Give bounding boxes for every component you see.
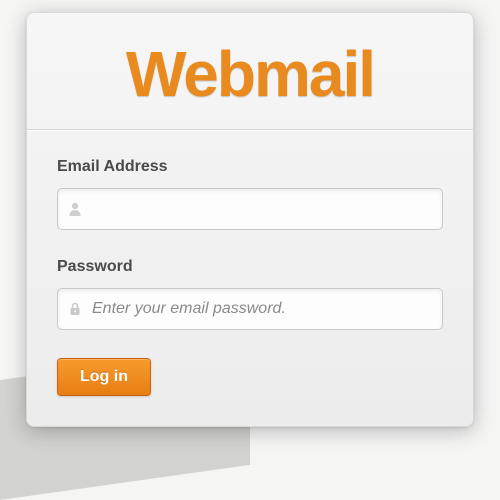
password-input[interactable] — [57, 288, 443, 330]
password-label: Password — [57, 258, 443, 276]
email-input-wrap — [57, 188, 443, 230]
app-logo: Webmail — [57, 13, 443, 129]
login-panel: Webmail Email Address Password Log in — [26, 12, 474, 427]
lock-icon — [67, 301, 83, 317]
divider — [27, 129, 473, 130]
login-button[interactable]: Log in — [57, 358, 151, 396]
user-icon — [67, 201, 83, 217]
email-label: Email Address — [57, 158, 443, 176]
password-input-wrap — [57, 288, 443, 330]
email-input[interactable] — [57, 188, 443, 230]
